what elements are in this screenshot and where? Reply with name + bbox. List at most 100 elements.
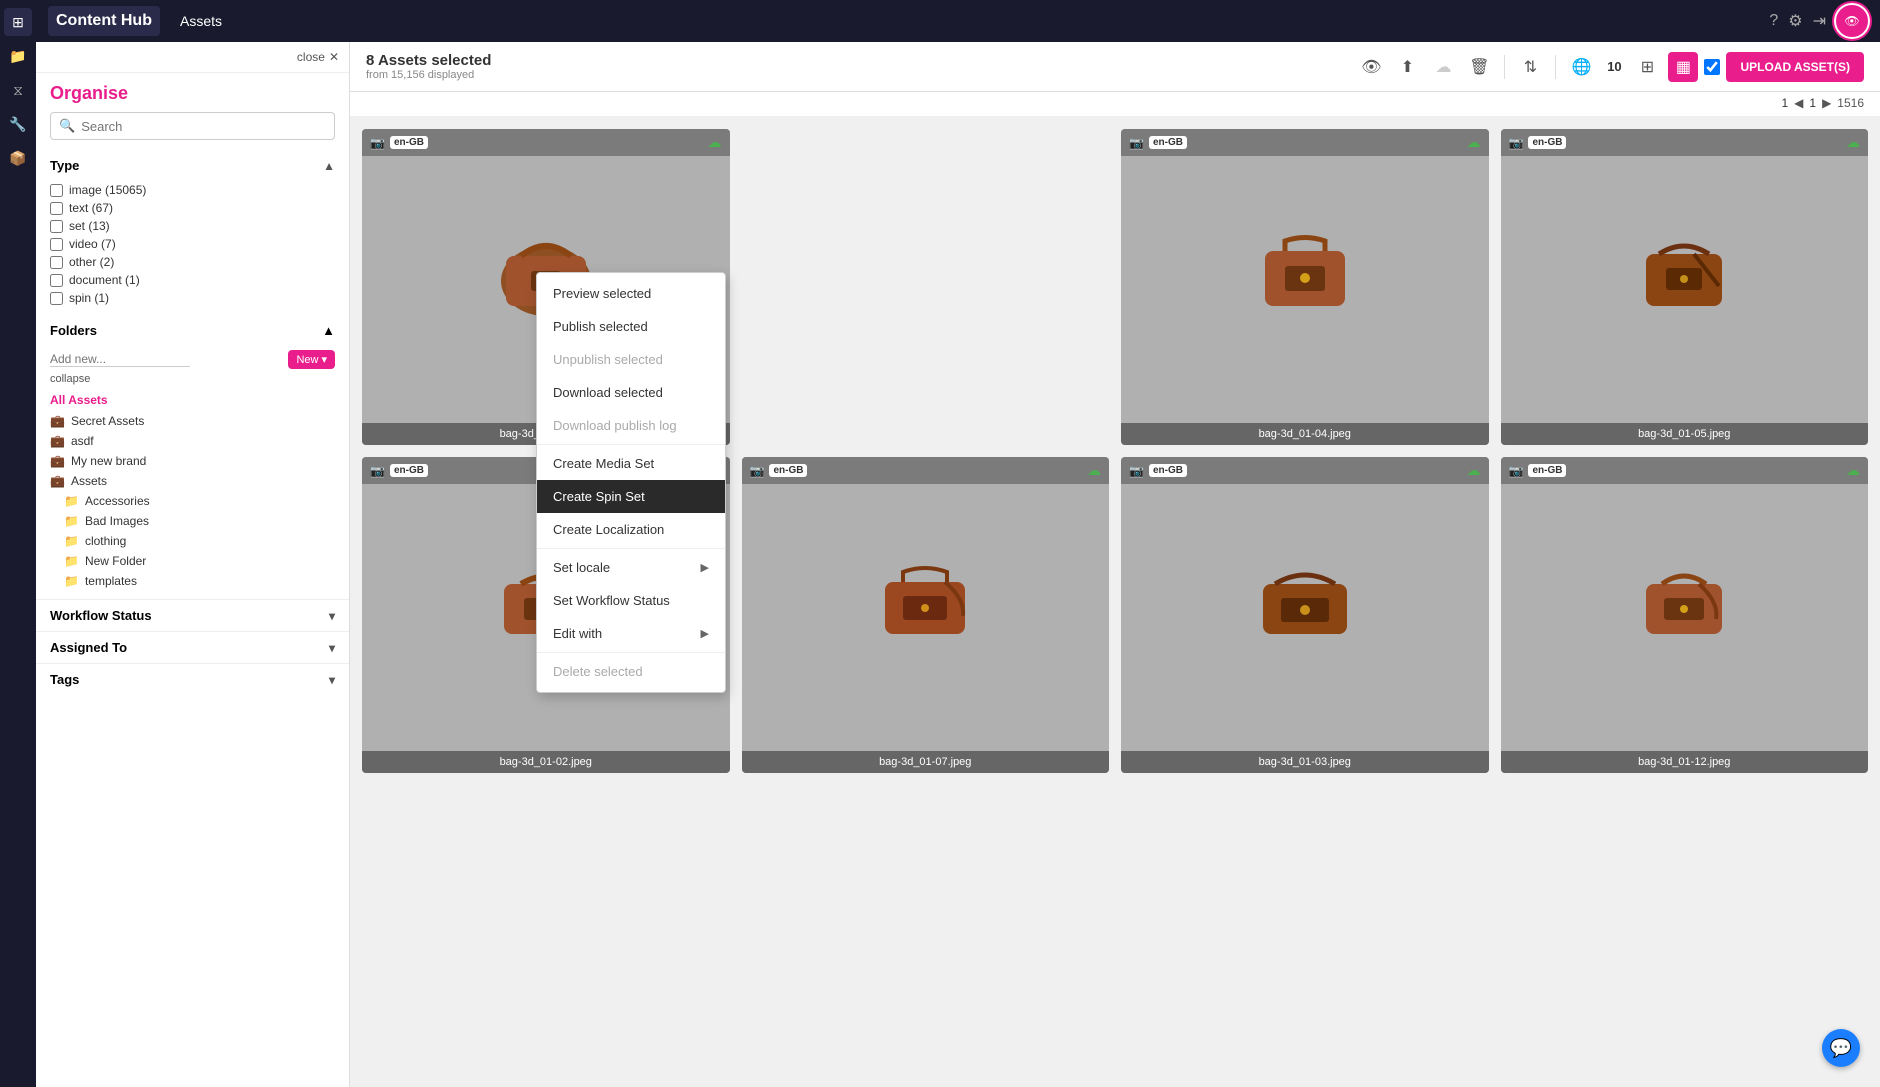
new-btn-label: New <box>296 354 318 366</box>
search-box[interactable]: 🔍 <box>50 112 335 140</box>
workflow-arrow: ▾ <box>329 609 335 623</box>
asset-card-4[interactable]: 📷 en-GB ☁ bag-3d_01-0 <box>1501 129 1869 445</box>
menu-edit-with[interactable]: Edit with ▶ <box>537 617 725 650</box>
folder-assets[interactable]: 💼 Assets <box>36 471 349 491</box>
filter-spin-checkbox[interactable] <box>50 292 63 305</box>
tools-nav-icon[interactable]: 🔧 <box>4 110 32 138</box>
toolbar-icons: 👁 ⬆ ☁ 🗑 ⇅ 🌐 10 ⊞ ▦ UPLOAD ASSET(S) <box>1356 52 1864 82</box>
folder-add-input[interactable] <box>50 352 190 367</box>
items-per-page[interactable]: 10 <box>1602 59 1626 74</box>
box-nav-icon[interactable]: 📦 <box>4 144 32 172</box>
camera-icon-4: 📷 <box>1509 136 1524 150</box>
camera-icon-8: 📷 <box>1509 464 1524 478</box>
filter-image[interactable]: image (15065) <box>50 181 335 199</box>
filter-text[interactable]: text (67) <box>50 199 335 217</box>
folder-secret-assets[interactable]: 💼 Secret Assets <box>36 411 349 431</box>
search-input[interactable] <box>81 119 326 134</box>
folder-accessories[interactable]: 📁 Accessories <box>36 491 349 511</box>
new-folder-button[interactable]: New ▾ <box>288 350 335 369</box>
filter-document[interactable]: document (1) <box>50 271 335 289</box>
menu-localization-label: Create Localization <box>553 522 664 537</box>
collapse-link[interactable]: collapse <box>36 373 349 389</box>
select-all-checkbox[interactable] <box>1704 59 1720 75</box>
sidebar-close-bar: close ✕ <box>36 42 349 73</box>
settings-icon[interactable]: ⚙ <box>1788 11 1802 31</box>
asset-card-3[interactable]: 📷 en-GB ☁ bag-3d_01-04.jpeg <box>1121 129 1489 445</box>
chatbot-button[interactable]: 💬 <box>1822 1029 1860 1067</box>
briefcase-icon-brand: 💼 <box>50 454 65 468</box>
menu-publish-label: Publish selected <box>553 319 648 334</box>
asset-card-8[interactable]: 📷 en-GB ☁ bag-3d_01-1 <box>1501 457 1869 773</box>
delete-icon[interactable]: 🗑 <box>1464 52 1494 82</box>
cloud-icon-7: ☁ <box>1467 462 1481 479</box>
filter-document-label: document (1) <box>69 273 140 287</box>
upload-assets-button[interactable]: UPLOAD ASSET(S) <box>1726 52 1864 82</box>
folder-asdf[interactable]: 💼 asdf <box>36 431 349 451</box>
filter-nav-icon[interactable]: ⧖ <box>4 76 32 104</box>
prev-page-arrow[interactable]: ◀ <box>1794 96 1803 110</box>
sidebar: close ✕ Organise 🔍 Type ▲ image (15065) … <box>36 42 350 1087</box>
menu-create-spin-set[interactable]: Create Spin Set <box>537 480 725 513</box>
assigned-header[interactable]: Assigned To ▾ <box>36 632 349 663</box>
grid-view-icon[interactable]: ⊞ <box>1632 52 1662 82</box>
logout-icon[interactable]: ⇥ <box>1813 11 1826 31</box>
filter-set-checkbox[interactable] <box>50 220 63 233</box>
type-section-header[interactable]: Type ▲ <box>36 150 349 181</box>
workflow-header[interactable]: Workflow Status ▾ <box>36 600 349 631</box>
close-button[interactable]: close ✕ <box>297 50 339 64</box>
filter-document-checkbox[interactable] <box>50 274 63 287</box>
folder-secret-label: Secret Assets <box>71 414 144 428</box>
bag-image-6 <box>742 457 1110 751</box>
asset-card-7[interactable]: 📷 en-GB ☁ bag-3d_01-03.jpeg <box>1121 457 1489 773</box>
menu-preview-selected[interactable]: Preview selected <box>537 277 725 310</box>
briefcase-icon-assets: 💼 <box>50 474 65 488</box>
bag-image-7 <box>1121 457 1489 751</box>
user-avatar[interactable]: 👁 <box>1836 5 1868 37</box>
filter-other-checkbox[interactable] <box>50 256 63 269</box>
asset-card-header-3: 📷 en-GB ☁ <box>1121 129 1489 156</box>
menu-download-selected[interactable]: Download selected <box>537 376 725 409</box>
menu-publish-selected[interactable]: Publish selected <box>537 310 725 343</box>
menu-separator-1 <box>537 444 725 445</box>
filter-other[interactable]: other (2) <box>50 253 335 271</box>
filter-spin[interactable]: spin (1) <box>50 289 335 307</box>
folder-my-new-brand[interactable]: 💼 My new brand <box>36 451 349 471</box>
menu-create-media-set[interactable]: Create Media Set <box>537 447 725 480</box>
folder-clothing[interactable]: 📁 clothing <box>36 531 349 551</box>
up-down-icon[interactable]: ⇅ <box>1515 52 1545 82</box>
folder-templates[interactable]: 📁 templates <box>36 571 349 591</box>
cloud-icon-6: ☁ <box>1087 462 1101 479</box>
folder-bad-images[interactable]: 📁 Bad Images <box>36 511 349 531</box>
filter-text-checkbox[interactable] <box>50 202 63 215</box>
globe-icon[interactable]: 🌐 <box>1566 52 1596 82</box>
filter-video-checkbox[interactable] <box>50 238 63 251</box>
upload-cloud-icon[interactable]: ⬆ <box>1392 52 1422 82</box>
filter-set[interactable]: set (13) <box>50 217 335 235</box>
menu-set-locale[interactable]: Set locale ▶ <box>537 551 725 584</box>
preview-icon[interactable]: 👁 <box>1356 52 1386 82</box>
grid-active-icon[interactable]: ▦ <box>1668 52 1698 82</box>
asset-card-6[interactable]: 📷 en-GB ☁ bag-3d_01-0 <box>742 457 1110 773</box>
filter-image-checkbox[interactable] <box>50 184 63 197</box>
folder-new-folder[interactable]: 📁 New Folder <box>36 551 349 571</box>
folder-nav-icon[interactable]: 📁 <box>4 42 32 70</box>
toolbar: 8 Assets selected from 15,156 displayed … <box>350 42 1880 92</box>
all-assets-link[interactable]: All Assets <box>36 389 349 411</box>
menu-edit-with-label: Edit with <box>553 626 602 641</box>
next-page-arrow[interactable]: ▶ <box>1822 96 1831 110</box>
current-page: 1 <box>1781 96 1788 110</box>
grid-nav-icon[interactable]: ⊞ <box>4 8 32 36</box>
folder-icon-templates: 📁 <box>64 574 79 588</box>
asset-img-7 <box>1121 457 1489 751</box>
menu-create-localization[interactable]: Create Localization <box>537 513 725 546</box>
briefcase-icon: 💼 <box>50 414 65 428</box>
menu-set-workflow-status[interactable]: Set Workflow Status <box>537 584 725 617</box>
page-total: 1516 <box>1837 96 1864 110</box>
tags-section: Tags ▾ <box>36 663 349 695</box>
bag-image-3 <box>1121 129 1489 423</box>
filter-video[interactable]: video (7) <box>50 235 335 253</box>
folders-header[interactable]: Folders ▲ <box>36 315 349 346</box>
tags-header[interactable]: Tags ▾ <box>36 664 349 695</box>
help-icon[interactable]: ? <box>1769 12 1778 30</box>
menu-delete-selected: Delete selected <box>537 655 725 688</box>
